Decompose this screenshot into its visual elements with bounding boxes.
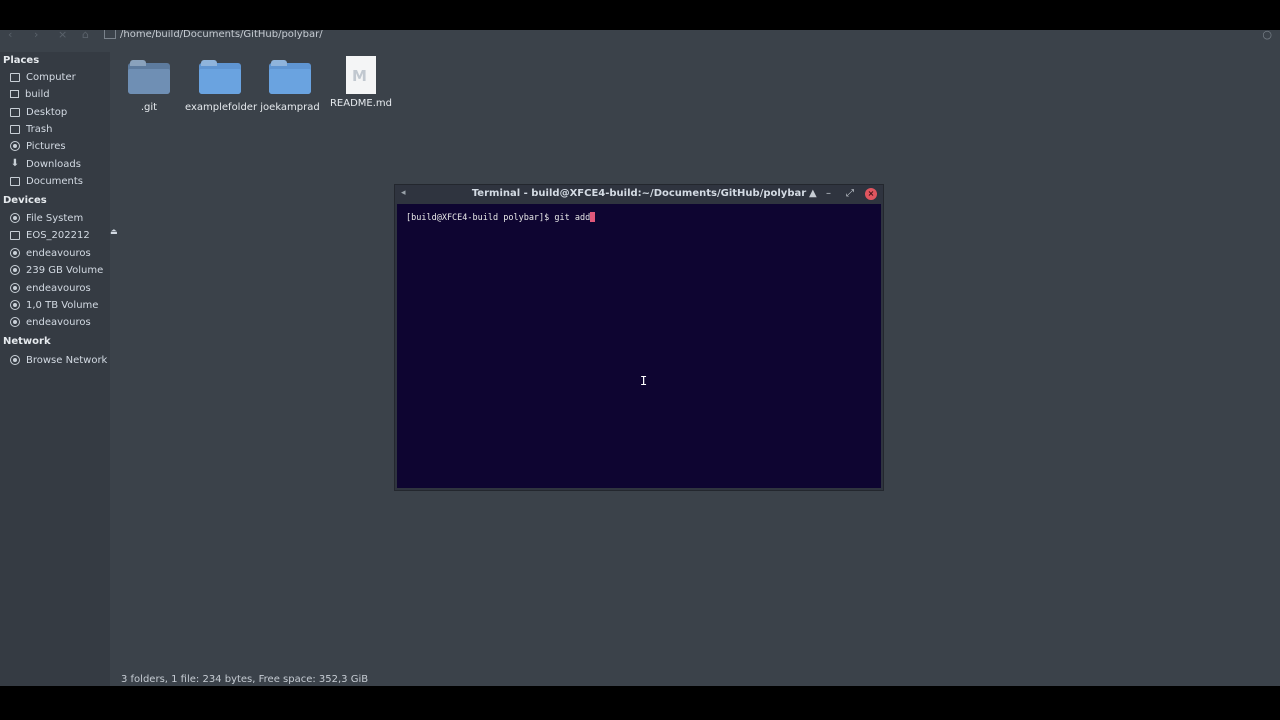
home-nav-icon[interactable]: ⌂ [82, 30, 89, 41]
markdown-file-icon: M [346, 56, 376, 94]
sidebar-item-endeavouros-2[interactable]: endeavouros [10, 280, 91, 296]
sidebar-item-label: 1,0 TB Volume [26, 299, 99, 311]
sidebar-item-label: Computer [26, 71, 76, 83]
close-icon[interactable]: × [865, 188, 877, 200]
drive-icon [10, 248, 20, 258]
drive-icon [10, 317, 20, 327]
file-name: joekamprad [260, 102, 320, 113]
sidebar-item-label: 239 GB Volume [26, 264, 104, 276]
sidebar-item-label: EOS_202212 [26, 229, 90, 241]
folder-icon [269, 60, 311, 94]
sidebar-item-label: Downloads [26, 158, 81, 170]
file-item-readme[interactable]: M README.md [326, 56, 396, 109]
home-icon [10, 90, 19, 98]
sidebar-item-label: build [25, 88, 50, 100]
sidebar-item-eos[interactable]: EOS_202212 ⏏ [10, 227, 118, 243]
folder-icon [199, 60, 241, 94]
terminal-body[interactable]: [build@XFCE4-build polybar]$ git add I [397, 204, 881, 488]
sidebar-item-label: endeavouros [26, 316, 91, 328]
sidebar-item-computer[interactable]: Computer [10, 69, 76, 85]
sidebar: Places Computer build Desktop Trash Pict… [0, 52, 118, 686]
path-field[interactable]: /home/build/Documents/GitHub/polybar/ [104, 30, 323, 40]
sidebar-item-1tb[interactable]: 1,0 TB Volume [10, 297, 98, 313]
file-item-git[interactable]: .git [114, 60, 184, 113]
sidebar-item-label: endeavouros [26, 247, 91, 259]
drive-icon [10, 213, 20, 223]
path-text: /home/build/Documents/GitHub/polybar/ [120, 30, 323, 40]
drive-icon [10, 283, 20, 293]
desktop-icon [10, 107, 20, 117]
sidebar-item-browse-network[interactable]: Browse Network [10, 352, 107, 368]
sidebar-item-desktop[interactable]: Desktop [10, 104, 67, 120]
restore-icon[interactable]: ⤢ [846, 186, 854, 202]
sidebar-item-label: endeavouros [26, 282, 91, 294]
folder-icon [128, 60, 170, 94]
sidebar-item-endeavouros-1[interactable]: endeavouros [10, 245, 91, 261]
documents-icon [10, 176, 20, 186]
text-cursor [590, 212, 596, 222]
terminal-window[interactable]: Terminal - build@XFCE4-build:~/Documents… [395, 185, 883, 490]
drive-icon [10, 300, 20, 310]
file-name: examplefolder [185, 102, 258, 113]
sidebar-item-endeavouros-3[interactable]: endeavouros [10, 314, 91, 330]
maximize-up-icon[interactable]: ▲ [809, 186, 817, 202]
file-name: README.md [329, 98, 393, 109]
sidebar-item-trash[interactable]: Trash [10, 121, 52, 137]
terminal-line: [build@XFCE4-build polybar]$ git add [406, 212, 596, 223]
refresh-icon[interactable]: ○ [1262, 30, 1272, 41]
file-name: .git [140, 102, 158, 113]
network-header: Network [3, 336, 51, 347]
window-menu-icon[interactable]: ◂ [401, 185, 406, 201]
camera-icon [10, 141, 20, 151]
sidebar-item-label: Desktop [26, 106, 68, 118]
back-icon[interactable]: ‹ [8, 30, 12, 41]
sidebar-item-documents[interactable]: Documents [10, 173, 83, 189]
forward-icon[interactable]: › [34, 30, 38, 41]
minimize-icon[interactable]: – [826, 186, 831, 202]
status-bar: 3 folders, 1 file: 234 bytes, Free space… [121, 674, 369, 685]
sidebar-item-label: File System [26, 212, 84, 224]
sidebar-item-file-system[interactable]: File System [10, 210, 83, 226]
devices-header: Devices [3, 195, 47, 206]
computer-icon [10, 72, 20, 82]
usb-drive-icon [10, 230, 20, 240]
location-bar: ‹ › × ⌂ /home/build/Documents/GitHub/pol… [0, 30, 1280, 43]
sidebar-item-build[interactable]: build [10, 86, 50, 102]
ibeam-cursor-icon: I [640, 374, 648, 388]
prompt-text: [build@XFCE4-build polybar]$ git add [406, 213, 591, 223]
network-icon [10, 355, 20, 365]
sidebar-item-239gb[interactable]: 239 GB Volume [10, 262, 103, 278]
download-icon: ⬇ [10, 158, 20, 169]
top-panel [0, 0, 1280, 34]
sidebar-item-label: Documents [26, 175, 84, 187]
places-header: Places [3, 55, 40, 66]
sidebar-item-downloads[interactable]: ⬇ Downloads [10, 156, 81, 172]
drive-icon [10, 265, 20, 275]
file-item-joekamprad[interactable]: joekamprad [255, 60, 325, 113]
sidebar-item-label: Pictures [26, 140, 66, 152]
folder-icon [104, 30, 116, 39]
sidebar-item-pictures[interactable]: Pictures [10, 138, 66, 154]
eject-icon[interactable]: ⏏ [110, 227, 118, 236]
sidebar-item-label: Browse Network [26, 354, 108, 366]
stop-icon[interactable]: × [58, 30, 67, 41]
file-item-examplefolder[interactable]: examplefolder [185, 60, 258, 113]
sidebar-item-label: Trash [26, 123, 53, 135]
trash-icon [10, 124, 20, 134]
